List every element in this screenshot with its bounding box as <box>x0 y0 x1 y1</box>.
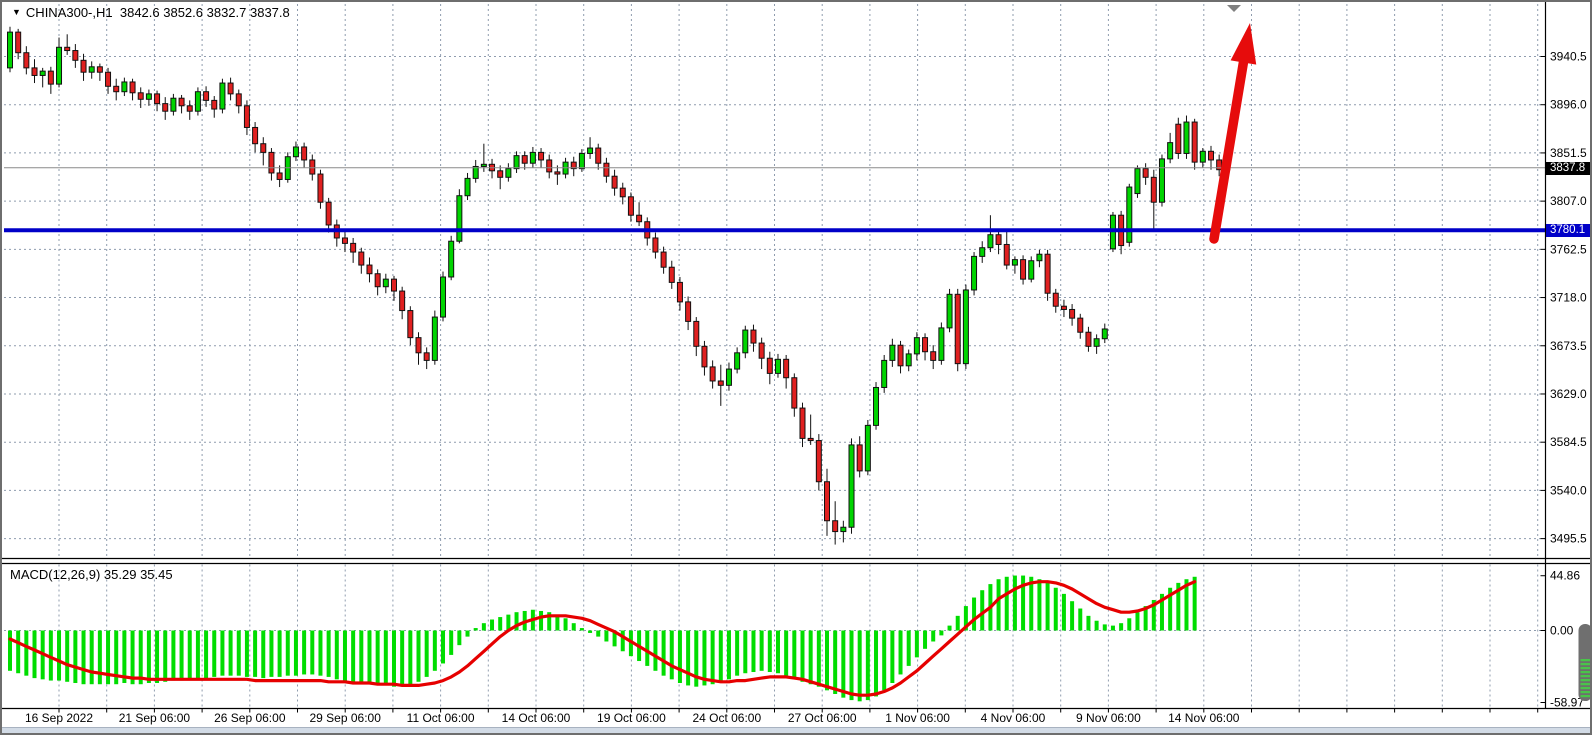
grid-lines <box>4 4 1546 709</box>
chart-canvas[interactable]: 3940.5 3896.0 3851.5 3807.0 3762.5 3718.0 3673… <box>2 2 1592 735</box>
macd-tick-label: -58.97 <box>1550 696 1584 710</box>
time-axis-label: 11 Oct 06:00 <box>407 711 475 725</box>
price-tick-label: 3851.5 <box>1550 146 1587 160</box>
time-axis-label: 14 Oct 06:00 <box>502 711 571 725</box>
time-axis-label: 24 Oct 06:00 <box>692 711 761 725</box>
macd-histogram <box>8 576 1197 702</box>
macd-indicator-label: MACD(12,26,9) 35.29 35.45 <box>10 567 173 582</box>
ohlc-values-label: 3842.6 3852.6 3832.7 3837.8 <box>120 5 290 20</box>
price-tick-label: 3807.0 <box>1550 194 1587 208</box>
price-tick-label: 3718.0 <box>1550 291 1587 305</box>
right-edge-scroll-widget[interactable] <box>1579 624 1592 701</box>
chart-window: 3940.5 3896.0 3851.5 3807.0 3762.5 3718.0 3673… <box>0 0 1592 735</box>
time-axis-label: 26 Sep 06:00 <box>214 711 286 725</box>
price-tick-label: 3540.0 <box>1550 483 1587 497</box>
symbol-dropdown-icon[interactable]: ▼ <box>12 7 21 17</box>
trend-arrow-head[interactable] <box>1231 23 1257 65</box>
window-bottom-strip <box>2 727 1592 735</box>
time-axis-label: 4 Nov 06:00 <box>981 711 1046 725</box>
price-tick-label: 3940.5 <box>1550 50 1587 64</box>
price-tick-label: 3896.0 <box>1550 98 1587 112</box>
time-axis-label: 21 Sep 06:00 <box>119 711 191 725</box>
price-tick-label: 3673.5 <box>1550 339 1587 353</box>
price-tick-label: 3495.5 <box>1550 532 1587 546</box>
macd-signal-line <box>10 582 1195 696</box>
macd-tick-label: 0.00 <box>1550 624 1574 638</box>
time-axis-label: 27 Oct 06:00 <box>788 711 857 725</box>
price-tick-label: 3762.5 <box>1550 242 1587 256</box>
time-axis-label: 9 Nov 06:00 <box>1076 711 1141 725</box>
symbol-period-label: CHINA300-,H1 <box>26 5 113 20</box>
price-tick-label: 3629.0 <box>1550 387 1587 401</box>
time-axis-label: 19 Oct 06:00 <box>597 711 666 725</box>
time-axis-label: 29 Sep 06:00 <box>309 711 381 725</box>
macd-tick-label: 44.86 <box>1550 569 1580 583</box>
time-axis-label: 14 Nov 06:00 <box>1168 711 1240 725</box>
trend-arrow-shaft[interactable] <box>1214 62 1243 239</box>
support-level-badge: 3780.1 <box>1546 224 1592 237</box>
time-axis-label: 16 Sep 2022 <box>25 711 93 725</box>
price-tick-label: 3584.5 <box>1550 435 1587 449</box>
chart-shift-marker-icon[interactable] <box>1227 5 1241 12</box>
pane-borders <box>2 2 1592 713</box>
current-price-badge: 3837.8 <box>1546 162 1592 175</box>
time-axis-label: 1 Nov 06:00 <box>885 711 950 725</box>
chart-title: ▼ CHINA300-,H1 3842.6 3852.6 3832.7 3837.… <box>12 5 290 20</box>
